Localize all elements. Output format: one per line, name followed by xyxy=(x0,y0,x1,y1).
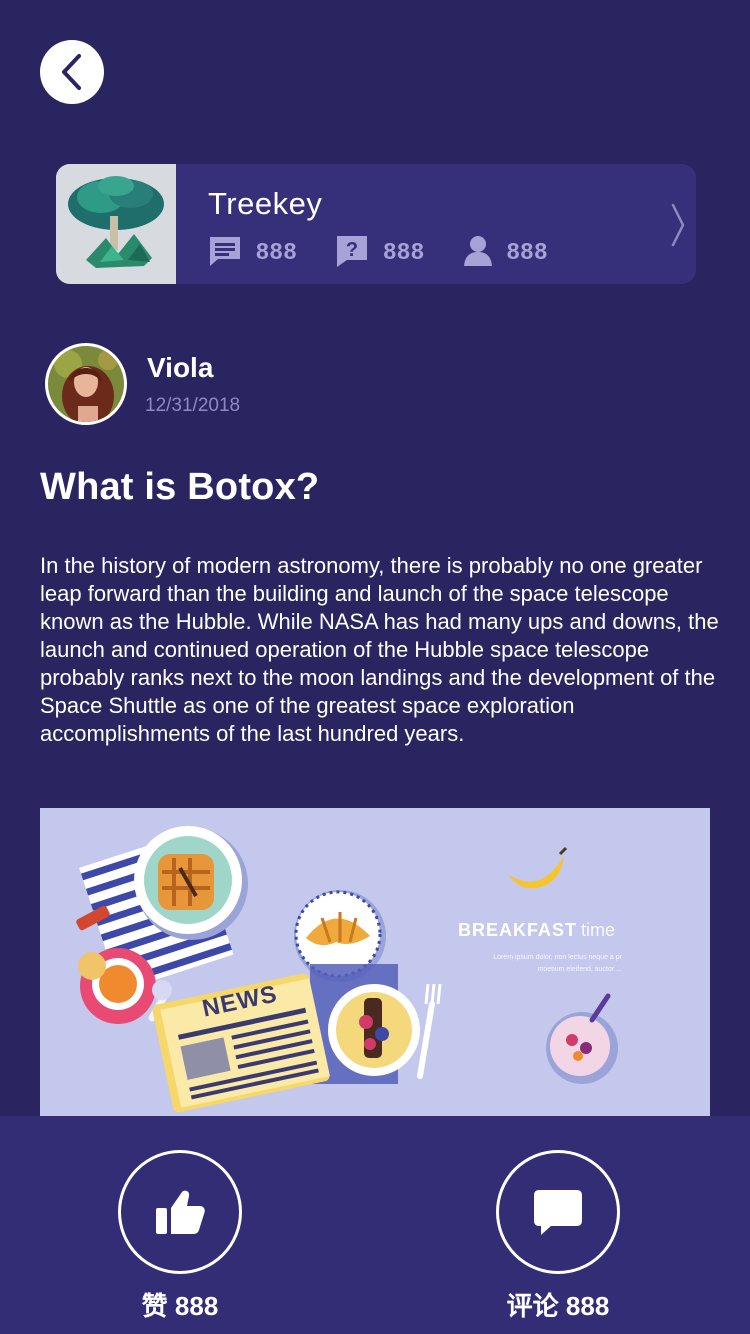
members-count: 888 xyxy=(506,237,549,264)
post-body: In the history of modern astronomy, ther… xyxy=(40,553,719,746)
community-card[interactable]: Treekey 888 ? 888 888 xyxy=(56,164,696,284)
members-stat: 888 xyxy=(463,235,548,267)
posts-count: 888 xyxy=(256,237,298,264)
community-stats: 888 ? 888 888 xyxy=(208,234,586,268)
like-button[interactable] xyxy=(118,1150,242,1274)
chevron-left-icon xyxy=(62,54,81,90)
svg-text:?: ? xyxy=(346,239,358,261)
image-headline: BREAKFAST time xyxy=(458,920,616,940)
back-button[interactable] xyxy=(40,40,104,104)
message-icon xyxy=(210,237,240,266)
like-label: 赞 888 xyxy=(141,1291,219,1322)
post-date: 12/31/2018 xyxy=(145,395,241,416)
comment-action[interactable]: 评论 888 xyxy=(458,1150,658,1323)
author-avatar[interactable] xyxy=(45,343,127,425)
community-name: Treekey xyxy=(208,186,323,221)
questions-count: 888 xyxy=(383,237,425,264)
comment-label: 评论 888 xyxy=(506,1291,610,1322)
question-icon: ? xyxy=(337,236,368,267)
community-thumbnail xyxy=(56,164,176,284)
thumbs-up-icon xyxy=(156,1190,205,1234)
author-name[interactable]: Viola xyxy=(147,352,213,384)
image-caption: Lorem ipsum dolor, non lectus neque a pr… xyxy=(493,954,622,973)
posts-stat: 888 xyxy=(208,235,297,267)
chevron-right-icon xyxy=(671,203,685,247)
comment-icon xyxy=(534,1190,582,1235)
bottom-action-bar: 赞 888 评论 888 xyxy=(0,1116,750,1334)
like-action[interactable]: 赞 888 xyxy=(80,1150,280,1323)
user-icon xyxy=(463,236,492,266)
comment-button[interactable] xyxy=(496,1150,620,1274)
post-title: What is Botox? xyxy=(40,466,320,508)
questions-stat: ? 888 xyxy=(335,234,424,268)
post-image[interactable]: NEWS BREAKFAST time Lorem ipsum dolor, no… xyxy=(40,808,710,1116)
